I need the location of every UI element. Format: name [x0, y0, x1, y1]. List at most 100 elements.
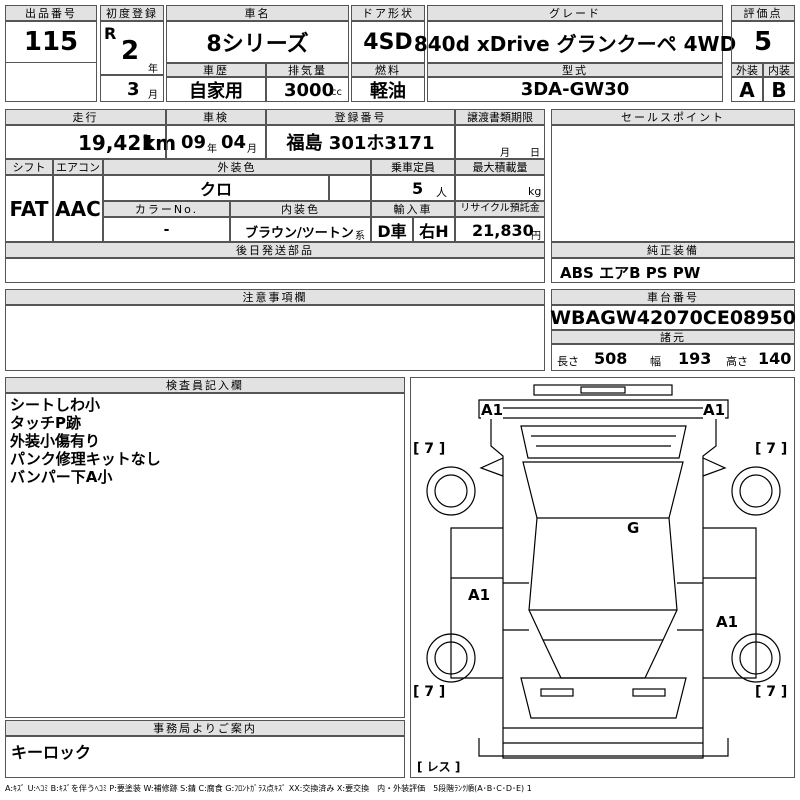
- inspection-month-unit: 月: [247, 144, 257, 155]
- inspector-note: 外装小傷有り: [10, 432, 101, 450]
- height-label: 高さ: [726, 355, 748, 368]
- inspector-notes-label: 検査員記入欄: [5, 377, 405, 393]
- specs-label: 諸元: [551, 330, 795, 344]
- car-outline: [426, 384, 781, 759]
- lot-number: 115: [5, 21, 97, 63]
- exterior-grade: A: [731, 77, 763, 102]
- history: 自家用: [166, 77, 266, 102]
- exterior-color-blank: [329, 175, 371, 201]
- damage-mark: A1: [716, 613, 739, 631]
- equipment: ABS エアB PS PW: [551, 258, 795, 283]
- chassis-number: WBAGW42070CE08950: [550, 305, 796, 330]
- lot-number-blank: [5, 62, 97, 102]
- transfer-month-unit: 月: [500, 148, 510, 159]
- registration-year: 2: [121, 36, 140, 66]
- plate-label: 登録番号: [266, 109, 455, 125]
- damage-mark: A1: [481, 401, 504, 419]
- spare-tire: [ レス ]: [417, 758, 461, 775]
- import-label: 輸入車: [371, 201, 455, 217]
- model-code: 3DA-GW30: [427, 77, 723, 102]
- height: 140: [758, 349, 792, 368]
- model-code-label: 型式: [427, 63, 723, 77]
- later-parts-label: 後日発送部品: [5, 242, 545, 258]
- grade-label: グレード: [427, 5, 723, 21]
- chassis-number-label: 車台番号: [551, 289, 795, 305]
- legend: A:ｷｽﾞ U:ﾍｺﾐ B:ｷｽﾞを伴うﾍｺﾐ P:要塗装 W:補修跡 S:錆 …: [5, 784, 532, 793]
- length-label: 長さ: [557, 355, 579, 368]
- displacement: 3000: [284, 80, 335, 101]
- capacity: 5: [412, 179, 424, 198]
- registration-month: 3: [127, 79, 140, 100]
- tire-tread: [ 7 ]: [413, 441, 446, 457]
- max-load-unit: kg: [528, 185, 542, 198]
- notes-label: 注意事項欄: [5, 289, 545, 305]
- inspector-notes-box: シートしわ小 タッチP跡 外装小傷有り パンク修理キットなし バンパー下A小: [5, 393, 405, 718]
- max-load-box: kg: [455, 175, 545, 201]
- door-type-label: ドア形状: [351, 5, 425, 21]
- import-type: D車: [371, 217, 413, 242]
- inspector-note: パンク修理キットなし: [10, 450, 161, 468]
- mileage-label: 走行: [5, 109, 166, 125]
- mileage-box: 19,421 km: [5, 125, 176, 159]
- displacement-label: 排気量: [266, 63, 349, 77]
- transfer-deadline-box: 月 日: [455, 125, 545, 159]
- notes-box: [5, 305, 545, 371]
- plate-number: 福島 301ホ3171: [266, 125, 455, 159]
- capacity-box: 5 人: [371, 175, 455, 201]
- interior-grade: B: [763, 77, 795, 102]
- max-load-label: 最大積載量: [455, 159, 545, 175]
- damage-mark: A1: [703, 401, 726, 419]
- sales-point-label: セールスポイント: [551, 109, 795, 125]
- grade: 840d xDrive グランクーペ 4WD: [414, 21, 736, 63]
- year-unit: 年: [148, 64, 158, 75]
- inspector-note: タッチP跡: [10, 414, 81, 432]
- width: 193: [678, 349, 712, 368]
- tire-tread: [ 7 ]: [413, 684, 446, 700]
- specs-box: 長さ 508 幅 193 高さ 140: [551, 344, 795, 371]
- aircon: AAC: [53, 175, 103, 242]
- displacement-box: 3000 cc: [266, 77, 349, 102]
- car-name-label: 車名: [166, 5, 349, 21]
- transfer-deadline-label: 譲渡書類期限: [455, 109, 545, 125]
- interior-color-unit: 系: [355, 231, 365, 242]
- capacity-label: 乗車定員: [371, 159, 455, 175]
- color-number-label: カラーNo.: [103, 201, 230, 217]
- shift: FAT: [5, 175, 53, 242]
- equipment-label: 純正装備: [551, 242, 795, 258]
- exterior-color: クロ: [103, 175, 329, 201]
- damage-mark: A1: [468, 586, 491, 604]
- fuel-label: 燃料: [351, 63, 425, 77]
- inspection-box: 09 年 04 月: [166, 125, 266, 159]
- interior-color: ブラウン/ツートン: [245, 226, 354, 241]
- era: R: [104, 24, 117, 43]
- inspection-year: 09: [181, 132, 207, 153]
- length: 508: [594, 349, 628, 368]
- interior-color-label: 内装色: [230, 201, 371, 217]
- lot-number-label: 出品番号: [5, 5, 97, 21]
- inspection-label: 車検: [166, 109, 266, 125]
- inspector-note: シートしわ小: [10, 396, 101, 414]
- first-registration-box: R 2 年: [100, 21, 164, 75]
- car-damage-diagram: A1 A1 G A1 A1 [ 7 ] [ 7 ] [ 7 ] [ 7 ] [ …: [410, 377, 795, 778]
- office-notice-label: 事務局よりご案内: [5, 720, 405, 736]
- shift-label: シフト: [5, 159, 53, 175]
- recycle-fee: 21,830: [472, 221, 534, 240]
- exterior-color-label: 外装色: [103, 159, 371, 175]
- fuel: 軽油: [351, 77, 425, 102]
- first-registration-label: 初度登録: [100, 5, 164, 21]
- tire-tread: [ 7 ]: [755, 684, 788, 700]
- score: 5: [731, 21, 795, 63]
- transfer-day-unit: 日: [530, 148, 540, 159]
- damage-mark: G: [627, 519, 640, 537]
- recycle-fee-label: リサイクル預託金: [455, 201, 545, 217]
- recycle-fee-unit: 円: [531, 231, 541, 242]
- recycle-fee-box: 21,830 円: [455, 217, 545, 242]
- inspector-note: バンパー下A小: [10, 468, 113, 486]
- office-notice: キーロック: [5, 736, 405, 778]
- inspection-year-unit: 年: [207, 144, 217, 155]
- later-parts-box: [5, 258, 545, 283]
- aircon-label: エアコン: [53, 159, 103, 175]
- color-number: -: [103, 217, 230, 242]
- displacement-unit: cc: [331, 87, 342, 98]
- sales-point-box: [551, 125, 795, 242]
